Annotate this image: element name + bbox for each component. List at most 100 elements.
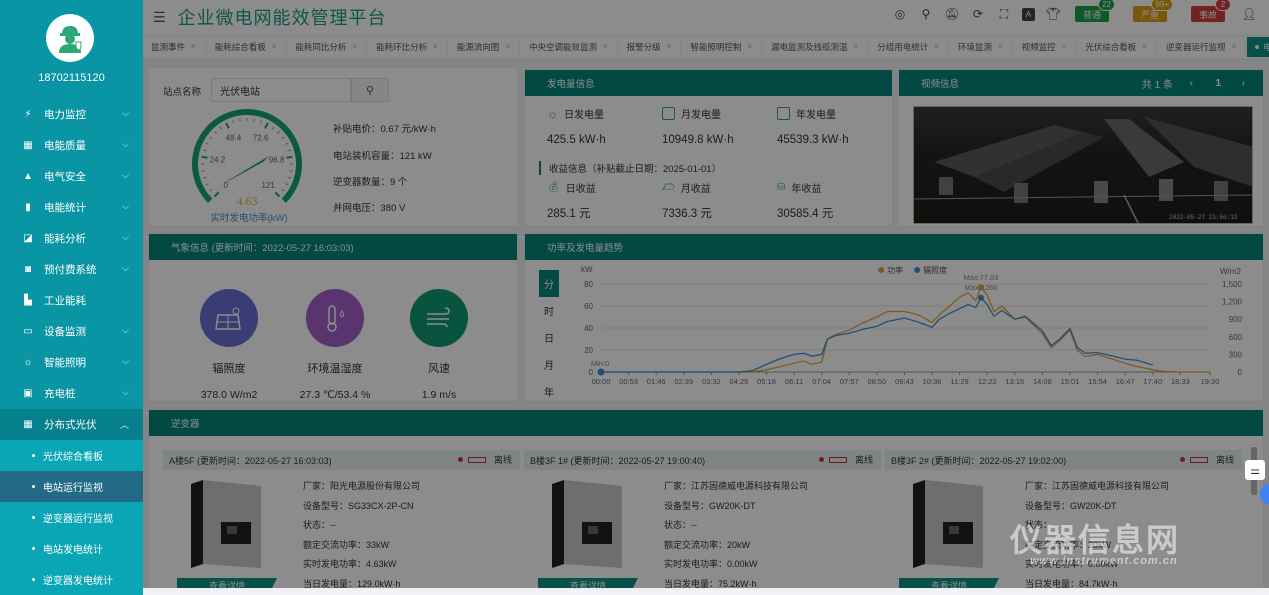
charger-icon: ▣ [22,388,34,400]
bell-off-icon[interactable]: 🔕︎ [944,6,960,22]
view-details-button[interactable]: 查看详情 [177,578,277,588]
tab-item[interactable]: 智能照明控制× [682,37,760,57]
close-tab-icon[interactable]: × [352,42,357,51]
bullet-icon [32,578,35,581]
close-tab-icon[interactable]: × [1062,42,1067,51]
bullet-icon [32,516,35,519]
camera-feed[interactable]: 2022-05-27 23:56:13 [913,106,1253,224]
font-size-icon[interactable]: A [1022,8,1035,21]
sidebar-subitem-inverter-stats[interactable]: 逆变器发电统计 [0,564,143,595]
period-year[interactable]: 年 [539,378,559,405]
close-tab-icon[interactable]: × [1142,42,1147,51]
theme-shirt-icon[interactable]: 👕︎ [1045,6,1061,22]
x-tick-label: 15:01 [1061,377,1080,386]
search-button[interactable]: ⚲ [351,78,389,102]
help-ring-icon[interactable]: ◎ [892,6,908,22]
x-tick-label: 06:11 [785,377,803,386]
fullscreen-icon[interactable]: ⛶ [996,6,1012,22]
stat-label: 年发电量 [796,106,836,121]
sidebar-subitem-station-monitor[interactable]: 电站运行监视 [0,471,143,502]
prev-page-button[interactable]: ‹ [1190,78,1193,89]
search-icon[interactable]: ⚲ [918,6,934,22]
close-tab-icon[interactable]: × [433,42,438,51]
station-name-input[interactable]: 光伏电站 [211,78,351,102]
sidebar-item-equipment-monitor[interactable]: ▭设备监测⌵ [0,316,143,347]
gauge-tick-label: 121 [262,181,276,190]
alarm-normal-button[interactable]: 普通22 [1075,6,1109,22]
gauge-tick-label: 96.8 [269,155,285,164]
bullet-icon [32,547,35,550]
tab-item[interactable]: 逆变器运行监视× [1158,37,1244,57]
tab-item[interactable]: 报警分级× [619,37,680,57]
user-icon[interactable]: 👤︎ [1241,6,1257,22]
monitor-icon: ▭ [22,326,34,338]
close-tab-icon[interactable]: × [272,42,277,51]
y-left-tick-label: 40 [584,324,593,333]
close-tab-icon[interactable]: × [191,42,196,51]
tab-item[interactable]: 中央空调能效监测 × [521,37,616,57]
refresh-icon[interactable]: ⟳ [970,6,986,22]
period-hour[interactable]: 时 [539,297,559,324]
sidebar-item-smart-lighting[interactable]: ☼智能照明⌵ [0,347,143,378]
sidebar-item-power-quality[interactable]: ▦电能质量⌵ [0,130,143,161]
tab-label: 中央空调能效监测 [529,41,597,53]
close-tab-icon[interactable]: × [747,42,752,51]
close-tab-icon[interactable]: × [603,42,608,51]
sidebar: 18702115120 ⚡电力监控⌵ ▦电能质量⌵ ▲电气安全⌵ ▮电能统计⌵ … [0,0,143,588]
inverter-field: 设备型号：GW20K-DT [1025,497,1169,517]
inverter-field: 状态：-- [303,516,420,536]
sidebar-item-label: 电能统计 [44,200,86,215]
y-right-tick-label: 600 [1229,333,1243,342]
inverter-count: 逆变器数量：9 个 [333,174,407,188]
station-name-label: 站点名称 [163,84,201,98]
sidebar-subitem-label: 逆变器运行监视 [43,510,113,525]
menu-toggle-icon[interactable]: ☰ [153,9,166,26]
alarm-accident-button[interactable]: 事故2 [1191,6,1225,22]
close-tab-icon[interactable]: × [505,42,510,51]
tab-item[interactable]: 能耗同比分析× [287,37,365,57]
sidebar-item-electrical-safety[interactable]: ▲电气安全⌵ [0,161,143,192]
sidebar-item-energy-stats[interactable]: ▮电能统计⌵ [0,192,143,223]
close-tab-icon[interactable]: × [667,42,672,51]
tab-item[interactable]: 分组用电统计× [869,37,947,57]
tab-item[interactable]: 电站运行监视× [1247,37,1269,57]
close-tab-icon[interactable]: × [1231,42,1236,51]
tab-item[interactable]: 能耗综合看板× [207,37,285,57]
close-tab-icon[interactable]: × [854,42,859,51]
inverter-field: 厂家：江苏固德威电源科技有限公司 [664,477,808,497]
alarm-severe-button[interactable]: 严重99+ [1133,6,1167,22]
avatar[interactable] [46,14,94,62]
sidebar-item-energy-analysis[interactable]: ◪能耗分析⌵ [0,223,143,254]
alarm-label: 事故 [1199,8,1217,21]
status-text: 离线 [855,453,873,466]
user-phone: 18702115120 [0,72,143,84]
app-title: 企业微电网能效管理平台 [178,4,387,30]
sidebar-item-industrial-energy[interactable]: ▙工业能耗 [0,285,143,316]
y-left-tick-label: 20 [584,346,593,355]
sidebar-item-charger[interactable]: ▣充电桩⌵ [0,378,143,409]
tab-item[interactable]: 视频监控× [1014,37,1075,57]
sidebar-subitem-station-stats[interactable]: 电站发电统计 [0,533,143,564]
tab-item[interactable]: 光伏综合看板× [1077,37,1155,57]
sidebar-item-power-monitor[interactable]: ⚡电力监控⌵ [0,99,143,130]
close-tab-icon[interactable]: × [998,42,1003,51]
period-minute[interactable]: 分 [539,270,559,297]
tab-item[interactable]: 环境监测× [950,37,1011,57]
tab-item[interactable]: 能耗环比分析× [368,37,446,57]
sidebar-subitem-inverter-monitor[interactable]: 逆变器运行监视 [0,502,143,533]
period-month[interactable]: 月 [539,351,559,378]
bullet-icon [32,485,35,488]
tab-item[interactable]: 监测事件× [143,37,204,57]
period-day[interactable]: 日 [539,324,559,351]
x-tick-label: 14:08 [1033,377,1052,386]
tab-item[interactable]: 漏电监测及线缆测温× [763,37,866,57]
sidebar-subitem-pv-dashboard[interactable]: 光伏综合看板 [0,440,143,471]
next-page-button[interactable]: › [1242,78,1245,89]
sidebar-item-prepay[interactable]: ◙预付费系统⌵ [0,254,143,285]
tab-item[interactable]: 能源流向图× [449,37,518,57]
sidebar-item-distributed-pv[interactable]: ▦分布式光伏︿ [0,409,143,440]
view-details-button[interactable]: 查看详情 [899,578,999,588]
settings-sliders-icon[interactable]: ⚌ [1245,460,1265,480]
view-details-button[interactable]: 查看详情 [538,578,638,588]
close-tab-icon[interactable]: × [934,42,939,51]
